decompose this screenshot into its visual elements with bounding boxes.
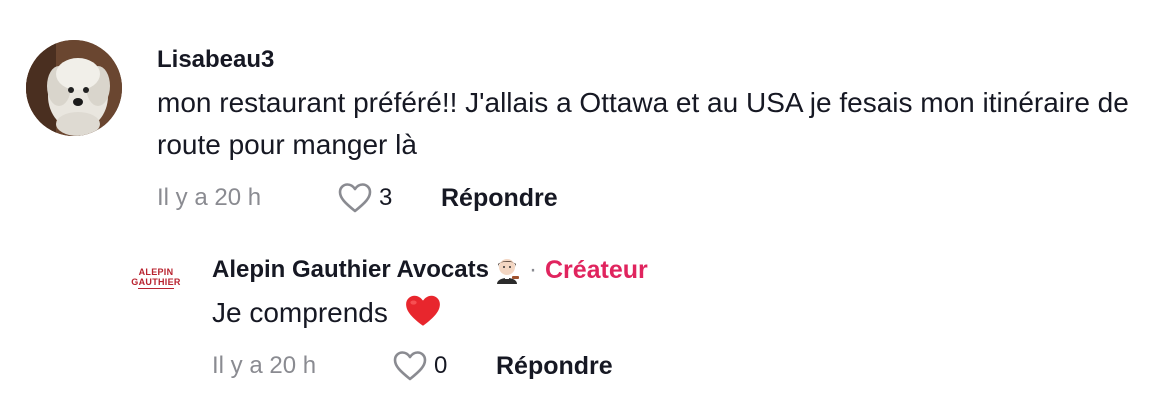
- logo-text: ALEPIN: [138, 267, 174, 277]
- like-button[interactable]: 0: [392, 350, 484, 382]
- logo-text: GAUTHIER: [131, 277, 181, 287]
- comment-meta: Il y a 20 h 0 Répondre: [212, 346, 1132, 386]
- like-count: 3: [379, 184, 393, 211]
- woman-judge-emoji-icon: [496, 259, 519, 284]
- dog-avatar-icon: [26, 40, 122, 136]
- heart-outline-icon: [338, 183, 372, 213]
- reply-button[interactable]: Répondre: [441, 184, 558, 213]
- reply-comment: ALEPIN GAUTHIER Alepin Gauthier Avocats …: [130, 250, 1140, 390]
- username[interactable]: Lisabeau3: [157, 40, 274, 80]
- creator-badge: Créateur: [544, 255, 648, 284]
- like-button[interactable]: 3: [337, 182, 429, 214]
- red-heart-emoji-icon: [405, 295, 440, 326]
- reply-button[interactable]: Répondre: [496, 352, 613, 381]
- comment: Lisabeau3 mon restaurant préféré!! J'all…: [26, 40, 1146, 240]
- logo-rule: [138, 288, 174, 289]
- comment-text: Je comprends: [212, 292, 1132, 334]
- like-count: 0: [434, 352, 448, 379]
- comment-text: mon restaurant préféré!! J'allais a Otta…: [157, 87, 1129, 160]
- avatar[interactable]: [26, 40, 122, 136]
- separator: ·: [528, 256, 537, 283]
- timestamp: Il y a 20 h: [157, 184, 262, 211]
- heart-outline-icon: [393, 351, 427, 381]
- username[interactable]: Alepin Gauthier Avocats: [212, 250, 489, 290]
- comment-text-content: Je comprends: [212, 297, 388, 328]
- timestamp: Il y a 20 h: [212, 352, 317, 379]
- comment-meta: Il y a 20 h 3 Répondre: [157, 178, 1147, 218]
- avatar[interactable]: ALEPIN GAUTHIER: [130, 262, 182, 294]
